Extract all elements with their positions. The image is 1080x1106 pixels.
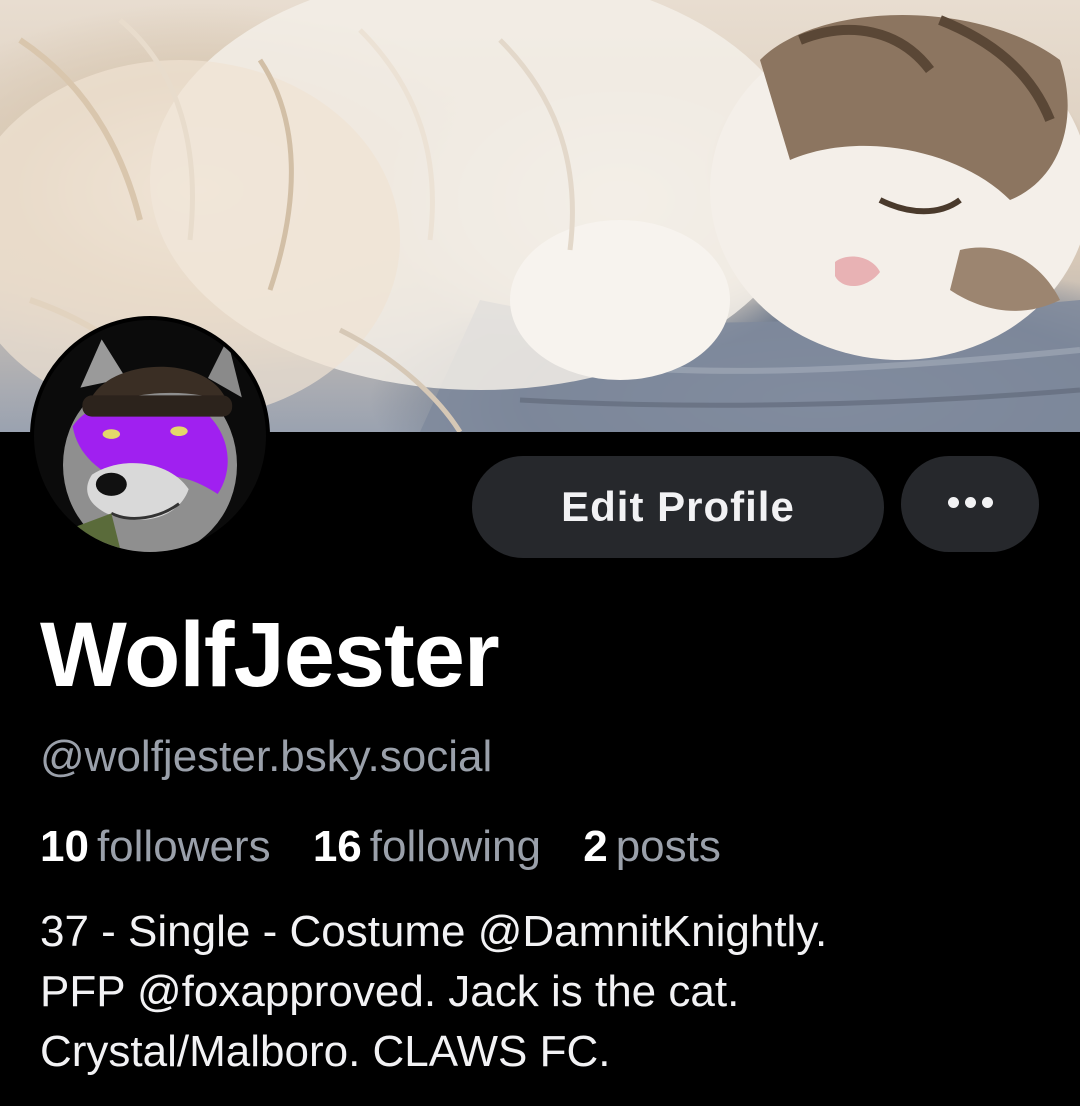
following-count: 16 — [312, 822, 362, 871]
followers-count: 10 — [40, 822, 89, 871]
bio-line: PFP @foxapproved. Jack is the cat. — [40, 967, 740, 1016]
following-link[interactable]: 16 following — [313, 817, 541, 877]
posts-count: 2 — [583, 822, 608, 871]
followers-label: followers — [96, 822, 271, 871]
wolf-avatar-image — [34, 320, 266, 552]
bio-line: 37 - Single - Costume @DamnitKnightly. — [40, 907, 828, 956]
display-name: WolfJester — [40, 604, 500, 706]
edit-profile-button[interactable]: Edit Profile — [472, 456, 884, 558]
followers-link[interactable]: 10 followers — [40, 817, 271, 877]
posts-count-group: 2 posts — [583, 817, 721, 877]
more-options-button[interactable] — [901, 456, 1039, 552]
edit-profile-label: Edit Profile — [561, 483, 795, 530]
following-label: following — [369, 822, 541, 871]
profile-handle: @wolfjester.bsky.social — [40, 732, 493, 781]
profile-bio: 37 - Single - Costume @DamnitKnightly. P… — [40, 902, 1050, 1082]
profile-stats: 10 followers 16 following 2 posts — [40, 817, 751, 877]
more-horizontal-icon — [945, 495, 996, 513]
avatar[interactable] — [30, 316, 270, 556]
bio-line: Crystal/Malboro. CLAWS FC. — [40, 1027, 611, 1076]
posts-label: posts — [615, 822, 721, 871]
